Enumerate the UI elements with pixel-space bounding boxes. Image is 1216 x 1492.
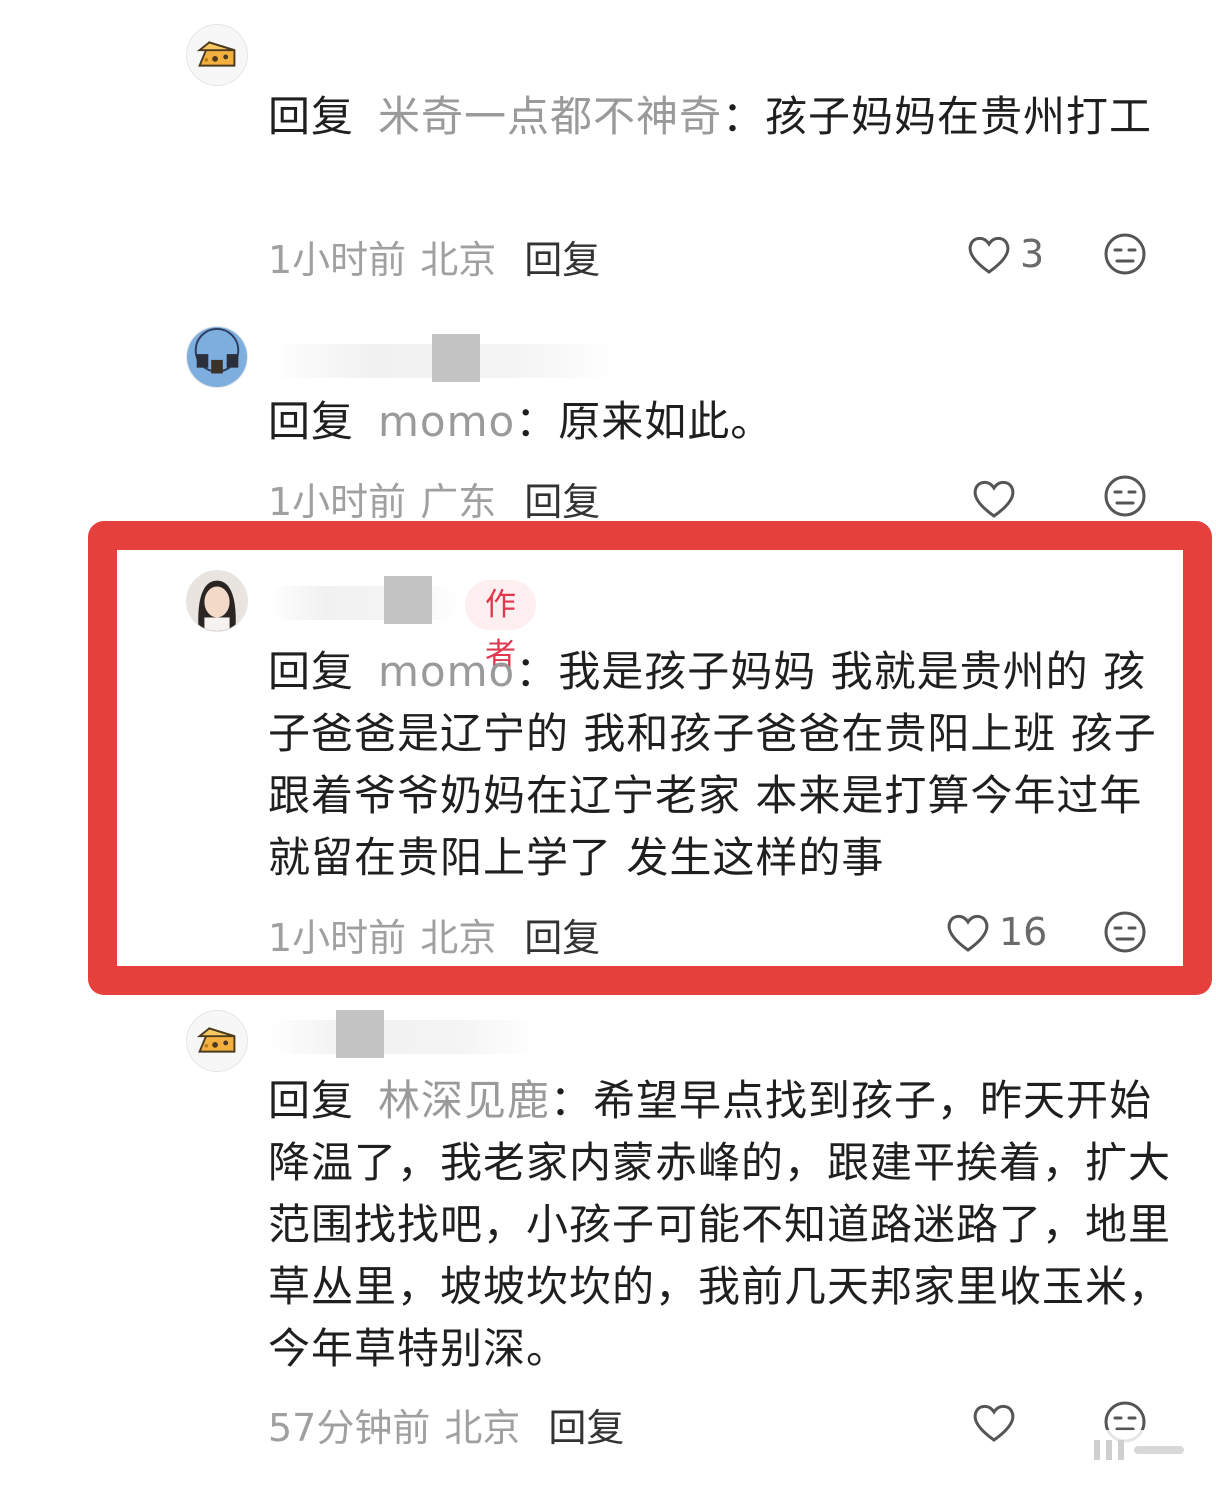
heart-outline-icon xyxy=(968,236,1010,274)
cheese-icon xyxy=(187,25,247,85)
redaction-block xyxy=(336,1010,384,1058)
reply-label: 回复 xyxy=(268,1076,355,1125)
reply-target-name[interactable]: 林深见鹿 xyxy=(378,1076,550,1125)
reply-button[interactable]: 回复 xyxy=(524,480,600,524)
like-count: 3 xyxy=(1020,232,1045,276)
comment-meta: 1小时前 广东 回复 xyxy=(268,476,600,528)
comment-time: 1小时前 xyxy=(268,480,407,524)
comment-location: 北京 xyxy=(420,916,497,960)
avatar[interactable] xyxy=(186,24,248,86)
reply-target-name[interactable]: momo xyxy=(378,647,515,696)
avatar[interactable] xyxy=(186,570,248,632)
comment-body[interactable]: 回复 momo：我是孩子妈妈 我就是贵州的 孩子爸爸是辽宁的 我和孩子爸爸在贵阳上… xyxy=(268,641,1173,889)
comment-location: 广东 xyxy=(420,480,497,524)
cheese-icon xyxy=(187,1011,247,1071)
like-button[interactable]: 3 xyxy=(966,228,1044,280)
comment-meta: 57分钟前 北京 回复 xyxy=(268,1402,624,1454)
reply-button[interactable]: 回复 xyxy=(524,238,600,282)
comment-time: 1小时前 xyxy=(268,916,407,960)
separator: ： xyxy=(722,92,766,141)
comment-location: 北京 xyxy=(444,1406,521,1450)
girl-photo-avatar xyxy=(187,571,247,631)
like-button[interactable]: 16 xyxy=(945,906,1047,958)
separator: ： xyxy=(515,397,559,446)
like-count: 16 xyxy=(999,910,1048,954)
neutral-face-icon[interactable] xyxy=(1103,910,1147,954)
reply-label: 回复 xyxy=(268,647,355,696)
comment-time: 57分钟前 xyxy=(268,1406,431,1450)
redaction-block xyxy=(384,576,432,624)
reply-button[interactable]: 回复 xyxy=(524,916,600,960)
comment-text: 孩子妈妈在贵州打工 xyxy=(765,92,1153,141)
neutral-face-icon[interactable] xyxy=(1103,474,1147,518)
like-button[interactable] xyxy=(971,1396,1025,1448)
like-button[interactable] xyxy=(971,472,1025,524)
comment-body[interactable]: 回复 林深见鹿：希望早点找到孩子，昨天开始降温了，我老家内蒙赤峰的，跟建平挨着，扩… xyxy=(268,1070,1173,1380)
comment-location: 北京 xyxy=(420,238,497,282)
weibo-watermark xyxy=(1084,1430,1194,1470)
comment-body[interactable]: 回复 momo：原来如此。 xyxy=(268,391,1173,453)
reply-button[interactable]: 回复 xyxy=(548,1406,624,1450)
author-badge: 作者 xyxy=(465,580,536,673)
reply-target-name[interactable]: 米奇一点都不神奇 xyxy=(378,92,722,141)
comment-text: 原来如此。 xyxy=(558,397,774,446)
separator: ： xyxy=(550,1076,594,1125)
reply-target-name[interactable]: momo xyxy=(378,397,515,446)
heart-outline-icon xyxy=(973,1404,1015,1442)
neutral-face-icon[interactable] xyxy=(1103,232,1147,276)
reply-label: 回复 xyxy=(268,397,355,446)
heart-outline-icon xyxy=(947,914,989,952)
comment-time: 1小时前 xyxy=(268,238,407,282)
heart-outline-icon xyxy=(973,480,1015,518)
avatar[interactable] xyxy=(186,326,248,388)
name-blur xyxy=(268,1020,538,1054)
comment-body[interactable]: 回复 米奇一点都不神奇：孩子妈妈在贵州打工 xyxy=(268,86,1173,148)
redaction-block xyxy=(432,334,480,382)
comment-meta: 1小时前 北京 回复 xyxy=(268,912,600,964)
comment-meta: 1小时前 北京 回复 xyxy=(268,234,600,286)
reply-label: 回复 xyxy=(268,92,355,141)
avatar[interactable] xyxy=(186,1010,248,1072)
separator: ： xyxy=(515,647,559,696)
ferris-wheel-avatar xyxy=(187,327,247,387)
